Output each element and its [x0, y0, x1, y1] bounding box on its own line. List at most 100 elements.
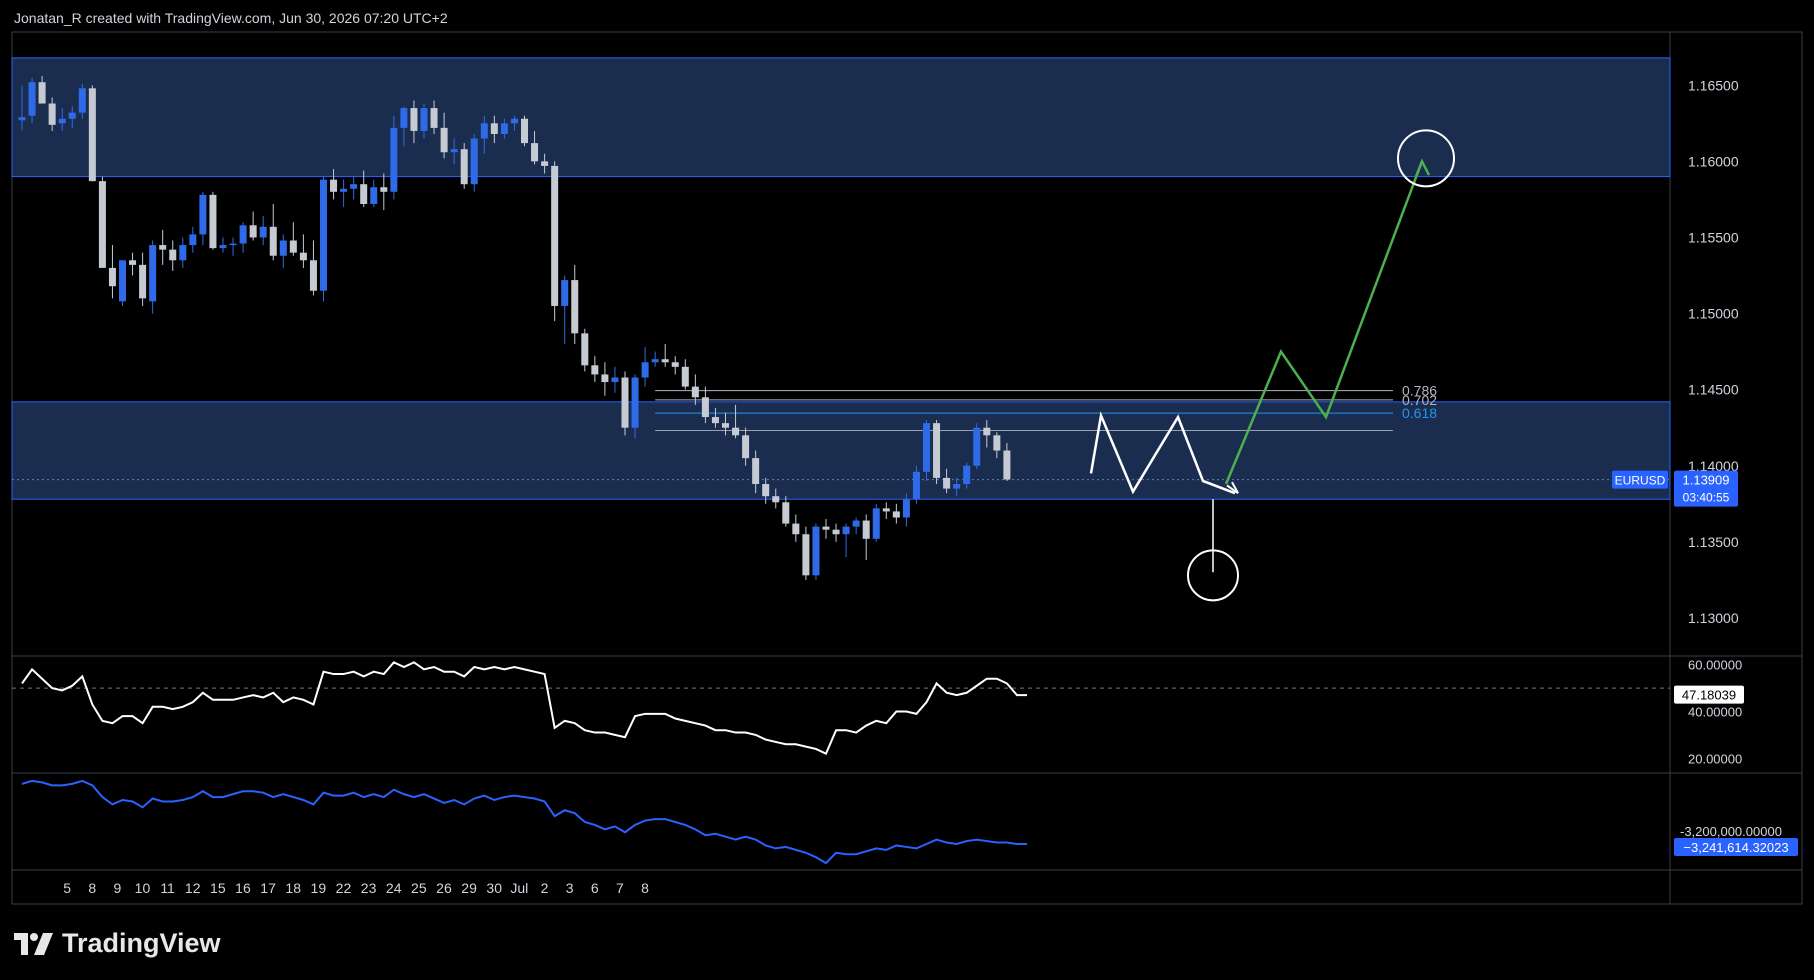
candle-body: [129, 260, 137, 265]
candle-body: [541, 161, 549, 166]
candle: [229, 237, 237, 256]
candle: [832, 523, 840, 542]
candle-body: [299, 252, 307, 261]
candle-body: [18, 117, 26, 121]
candle-body: [88, 88, 96, 182]
candle: [521, 115, 528, 147]
candle-body: [410, 108, 418, 131]
time-tick: Jul: [510, 880, 528, 896]
candle-body: [902, 499, 910, 518]
candle-body: [1003, 450, 1011, 480]
candle-body: [28, 82, 36, 116]
candle-body: [440, 127, 448, 153]
time-tick: 6: [591, 880, 599, 896]
zones: [11, 57, 1671, 500]
time-tick: 3: [566, 880, 574, 896]
candle-body: [691, 386, 699, 398]
candle: [561, 275, 569, 344]
candle-body: [119, 260, 126, 302]
time-tick: 24: [386, 880, 402, 896]
candle-body: [330, 179, 338, 192]
candle: [792, 514, 800, 542]
candle-body: [651, 359, 659, 363]
candle: [179, 237, 187, 268]
candle: [460, 143, 468, 189]
candle: [199, 191, 207, 246]
candle-body: [269, 226, 277, 256]
candle: [119, 260, 126, 306]
candle: [852, 517, 860, 535]
candle-body: [139, 264, 147, 299]
candle: [470, 133, 478, 192]
candle-body: [862, 520, 870, 539]
candle-body: [289, 240, 297, 253]
candle: [269, 203, 277, 261]
obv-value-label: −3,241,614.32023: [1683, 840, 1788, 855]
time-axis: 5 8 9 10 11 12 15 16 17 18 19 22 23 24 25 26 29 30 Jul 2 3 6 7…: [63, 880, 649, 896]
candle-body: [490, 123, 498, 134]
chart-canvas[interactable]: 0.7860.7020.618 1.165001.160001.155001.1…: [0, 0, 1814, 980]
candle-body: [189, 234, 197, 246]
candle: [882, 502, 890, 520]
candle: [611, 366, 619, 393]
candle-body: [842, 526, 850, 535]
countdown-label: 03:40:55: [1683, 491, 1730, 505]
candle-body: [98, 181, 106, 268]
time-tick: 9: [113, 880, 121, 896]
rsi-panel: 60.00000 40.00000 20.00000: [12, 658, 1742, 766]
price-tick: 1.13000: [1688, 610, 1739, 626]
candle-body: [500, 123, 508, 134]
candle-body: [450, 149, 458, 153]
candle-body: [892, 511, 900, 518]
candle: [219, 237, 227, 253]
candle: [279, 234, 287, 268]
candle: [189, 226, 197, 253]
candle: [98, 176, 106, 268]
candle-body: [480, 123, 488, 139]
tradingview-brand[interactable]: TradingView: [14, 928, 221, 959]
candle: [340, 179, 348, 208]
time-tick: 29: [461, 880, 477, 896]
candle-body: [671, 362, 679, 367]
candle-body: [199, 194, 207, 235]
candle-body: [722, 423, 729, 428]
candle: [259, 216, 267, 246]
candle-body: [621, 377, 629, 428]
brand-name: TradingView: [62, 928, 221, 958]
candle: [822, 519, 830, 539]
tradingview-logo-icon: [14, 932, 53, 955]
drawings[interactable]: [1089, 129, 1455, 602]
candle: [842, 523, 850, 558]
candle-body: [832, 529, 840, 535]
price-tick: 1.16000: [1688, 153, 1739, 169]
candle-body: [169, 249, 177, 261]
time-tick: 2: [541, 880, 549, 896]
candle-body: [400, 108, 408, 128]
rsi-tick: 20.00000: [1688, 751, 1742, 766]
candle-body: [772, 496, 780, 503]
candle: [239, 222, 247, 253]
time-tick: 15: [210, 880, 226, 896]
time-tick: 5: [63, 880, 71, 896]
candle-body: [792, 523, 800, 535]
candle-body: [812, 526, 820, 576]
candle: [299, 234, 307, 268]
candle-body: [983, 427, 991, 436]
candle: [289, 222, 297, 256]
candle: [108, 245, 116, 299]
price-tick: 1.15000: [1688, 306, 1739, 322]
candle-body: [259, 226, 267, 238]
candle-body: [58, 118, 66, 124]
obv-panel: -3,200,000.00000: [21, 779, 1782, 865]
candle-body: [350, 184, 358, 189]
candle-body: [551, 165, 559, 306]
candle-body: [510, 118, 518, 124]
candle: [309, 240, 317, 296]
candle-body: [742, 435, 750, 459]
candle-body: [701, 397, 709, 418]
time-tick: 18: [285, 880, 301, 896]
candle-body: [68, 112, 76, 119]
candle-body: [611, 377, 619, 383]
candle-body: [943, 477, 951, 489]
candle: [581, 328, 589, 372]
